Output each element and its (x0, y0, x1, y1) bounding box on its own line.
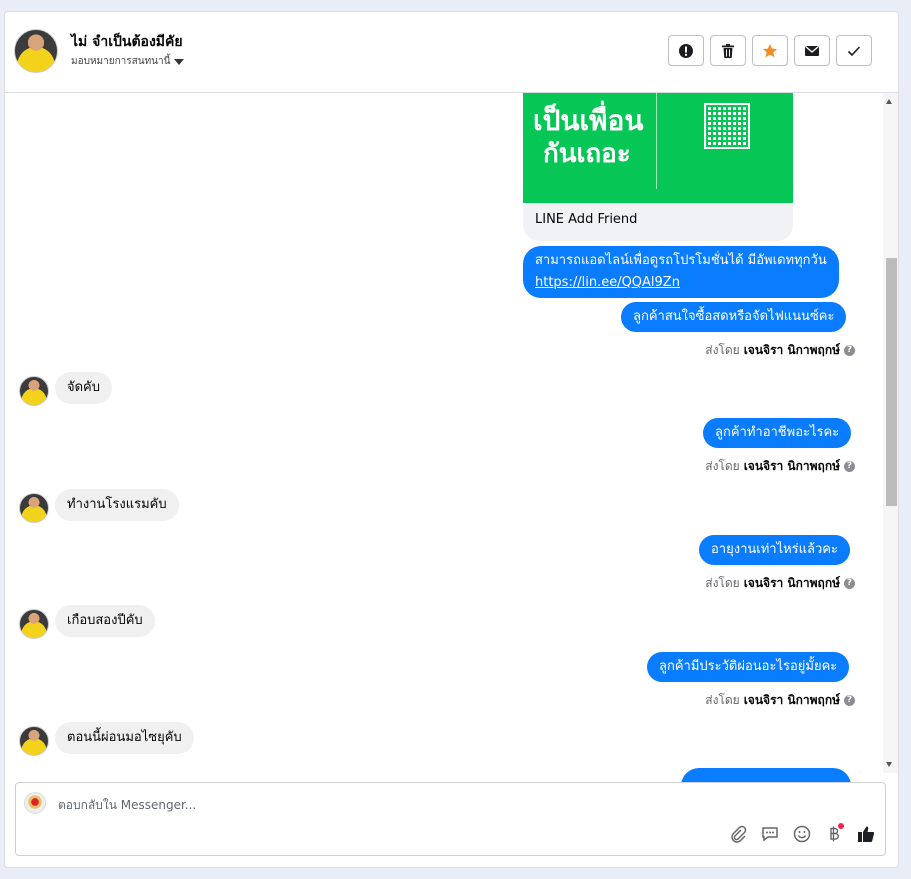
smiley-icon (793, 825, 811, 843)
sent-by-label: ส่งโดย เจนจิรา นิกาพฤกษ์ ? (705, 457, 855, 476)
contact-avatar-small (19, 376, 49, 406)
thread-scrollbar[interactable] (883, 93, 898, 773)
contact-avatar[interactable] (14, 29, 58, 73)
contact-avatar-small (19, 726, 49, 756)
check-icon (847, 45, 861, 56)
sent-by-agent[interactable]: เจนจิรา นิกาพฤกษ์ (744, 574, 840, 593)
assign-conversation-dropdown[interactable]: มอบหมายการสนทนานี้ (71, 54, 185, 69)
sent-by-prefix: ส่งโดย (705, 343, 740, 357)
outgoing-message: ลูกค้าสนใจซื้อสดหรือจัดไฟแนนซ์คะ (621, 302, 847, 332)
caret-down-icon (174, 58, 185, 65)
help-icon[interactable]: ? (844, 578, 855, 589)
delete-button[interactable] (710, 35, 746, 66)
incoming-message: จัดคับ (55, 372, 113, 404)
conversation-panel: ไม่ จำเป็นต้องมีคัย มอบหมายการสนทนานี้ เ… (4, 11, 899, 868)
message-thread[interactable]: เป็นเพื่อน กันเถอะ LINE Add Friend สามาร… (5, 93, 883, 783)
payment-button[interactable] (823, 823, 845, 845)
outgoing-message: สามารถแอดไลน์เพื่อดูรถโปรโมชั่นได้ มีอัพ… (523, 246, 839, 298)
sent-by-prefix: ส่งโดย (705, 576, 740, 590)
scrollbar-thumb[interactable] (886, 258, 897, 506)
trash-icon (722, 43, 734, 58)
envelope-icon (805, 45, 819, 56)
attach-button[interactable] (727, 823, 749, 845)
composer-tools (727, 823, 877, 845)
mark-unread-button[interactable] (794, 35, 830, 66)
sent-by-agent[interactable]: เจนจิรา นิกาพฤกษ์ (744, 691, 840, 710)
emoji-button[interactable] (791, 823, 813, 845)
star-icon (762, 43, 778, 57)
reply-composer (15, 782, 886, 856)
notification-dot (838, 823, 844, 829)
contact-avatar-small (19, 493, 49, 523)
outgoing-message-partial (681, 768, 851, 783)
sent-by-agent[interactable]: เจนจิรา นิกาพฤกษ์ (744, 341, 840, 360)
reply-input[interactable] (56, 793, 700, 817)
chat-bubble-icon (762, 827, 778, 842)
line-add-friend-card[interactable]: เป็นเพื่อน กันเถอะ LINE Add Friend (523, 93, 793, 241)
card-divider (656, 93, 657, 189)
conversation-header: ไม่ จำเป็นต้องมีคัย มอบหมายการสนทนานี้ (5, 12, 898, 93)
page-avatar (24, 792, 46, 814)
mark-done-button[interactable] (836, 35, 872, 66)
message-text: สามารถแอดไลน์เพื่อดูรถโปรโมชั่นได้ มีอัพ… (535, 253, 827, 268)
card-title: LINE Add Friend (535, 212, 638, 227)
sent-by-agent[interactable]: เจนจิรา นิกาพฤกษ์ (744, 457, 840, 476)
sent-by-label: ส่งโดย เจนจิรา นิกาพฤกษ์ ? (705, 341, 855, 360)
outgoing-message: ลูกค้ามีประวัติผ่อนอะไรอยู่มั้ยคะ (647, 652, 850, 682)
incoming-message: ตอนนี้ผ่อนมอไซยุคับ (55, 722, 194, 754)
sent-by-label: ส่งโดย เจนจิรา นิกาพฤกษ์ ? (705, 691, 855, 710)
assign-label: มอบหมายการสนทนานี้ (71, 56, 171, 67)
incoming-message: ทำงานโรงแรมคับ (55, 489, 179, 521)
scroll-up-icon[interactable] (886, 99, 892, 104)
help-icon[interactable]: ? (844, 695, 855, 706)
sent-by-prefix: ส่งโดย (705, 459, 740, 473)
help-icon[interactable]: ? (844, 461, 855, 472)
conversation-toolbar (668, 35, 872, 66)
contact-name[interactable]: ไม่ จำเป็นต้องมีคัย (71, 31, 183, 53)
message-link[interactable]: https://lin.ee/QQAl9Zn (535, 275, 680, 290)
contact-avatar-small (19, 609, 49, 639)
saved-replies-button[interactable] (759, 823, 781, 845)
sent-by-prefix: ส่งโดย (705, 693, 740, 707)
outgoing-message: ลูกค้าทำอาชีพอะไรคะ (703, 418, 852, 448)
alert-icon (679, 43, 693, 58)
sent-by-label: ส่งโดย เจนจิรา นิกาพฤกษ์ ? (705, 574, 855, 593)
star-button[interactable] (752, 35, 788, 66)
outgoing-message: อายุงานเท่าไหร่แล้วคะ (699, 535, 850, 565)
scroll-down-icon[interactable] (886, 762, 892, 767)
help-icon[interactable]: ? (844, 345, 855, 356)
incoming-message: เกือบสองปีคับ (55, 605, 155, 637)
paperclip-icon (731, 825, 747, 843)
thumbs-up-icon (858, 826, 875, 843)
card-image-line2: กันเถอะ (543, 139, 631, 169)
report-spam-button[interactable] (668, 35, 704, 66)
line-qr-image: เป็นเพื่อน กันเถอะ (523, 93, 793, 203)
like-button[interactable] (855, 823, 877, 845)
qr-code-icon (704, 103, 750, 149)
